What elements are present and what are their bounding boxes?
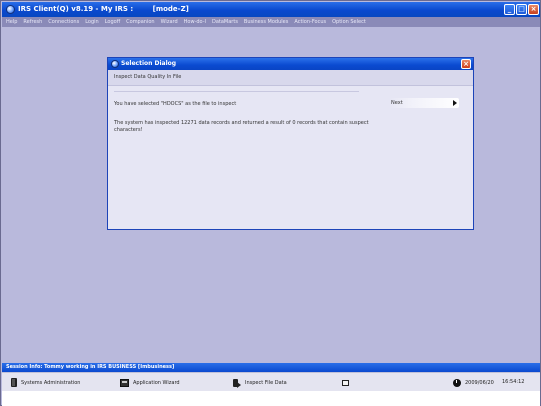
status-bar: Systems Administration Application Wizar… [2,372,540,391]
divider [114,91,359,92]
menu-bar: Help Refresh Connections Login Logoff Co… [2,17,540,27]
systems-administration-label: Systems Administration [21,379,81,386]
bottom-strip [2,391,540,406]
menu-item-wizard[interactable]: Wizard [161,17,178,27]
application-wizard-button[interactable]: Application Wizard [120,377,180,388]
menu-item-connections[interactable]: Connections [48,17,79,27]
application-window: IRS Client(Q) v8.19 - My IRS : [mode-Z] … [0,0,541,406]
selected-file-message: You have selected "HDOCS" as the file to… [114,101,237,107]
menu-item-login[interactable]: Login [85,17,99,27]
app-title: IRS Client(Q) v8.19 - My IRS : [mode-Z] [18,5,189,13]
inspect-file-data-button[interactable]: Inspect File Data [233,377,287,388]
maximize-button[interactable]: □ [516,4,527,15]
inspection-result-message: The system has inspected 12271 data reco… [114,120,369,133]
session-info-bar: Session Info: Tommy working in IRS BUSIN… [2,363,540,372]
menu-item-business-modules[interactable]: Business Modules [244,17,288,27]
wizard-icon [120,378,129,387]
dialog-header: Inspect Data Quality In File [108,70,473,86]
menu-item-action-focus[interactable]: Action-Focus [294,17,326,27]
inspect-file-data-label: Inspect File Data [245,379,287,386]
menu-item-logoff[interactable]: Logoff [105,17,120,27]
arrow-right-icon [453,100,457,106]
systems-administration-button[interactable]: Systems Administration [11,377,80,388]
minimize-button[interactable]: _ [504,4,515,15]
dialog-close-button[interactable]: × [461,59,471,69]
window-button[interactable] [342,377,349,388]
dialog-icon [111,60,119,68]
menu-item-option-select[interactable]: Option Select [332,17,366,27]
status-date-label: 2009/06/20 [465,379,494,386]
next-button[interactable]: Next [389,98,459,108]
application-wizard-label: Application Wizard [133,379,180,386]
app-icon [6,5,15,14]
selection-dialog: Selection Dialog × Inspect Data Quality … [107,57,474,230]
dialog-heading: Inspect Data Quality In File [114,74,182,80]
dialog-title-bar[interactable]: Selection Dialog × [108,58,473,70]
menu-item-datamarts[interactable]: DataMarts [212,17,238,27]
menu-item-companion[interactable]: Companion [126,17,154,27]
menu-item-how-do-i[interactable]: How-do-I [184,17,206,27]
close-button[interactable]: × [528,4,539,15]
window-icon [342,379,349,386]
inspect-icon [233,378,241,388]
door-icon [11,378,17,387]
status-date: 2009/06/20 [453,377,494,388]
title-bar[interactable]: IRS Client(Q) v8.19 - My IRS : [mode-Z] … [2,2,540,17]
clock-icon [453,378,461,387]
dialog-title: Selection Dialog [121,60,177,67]
next-button-label: Next [391,100,403,106]
session-info-text: Session Info: Tommy working in IRS BUSIN… [6,364,175,370]
menu-item-help[interactable]: Help [6,17,17,27]
menu-item-refresh[interactable]: Refresh [23,17,42,27]
status-time: 16:54:12 [502,379,525,385]
